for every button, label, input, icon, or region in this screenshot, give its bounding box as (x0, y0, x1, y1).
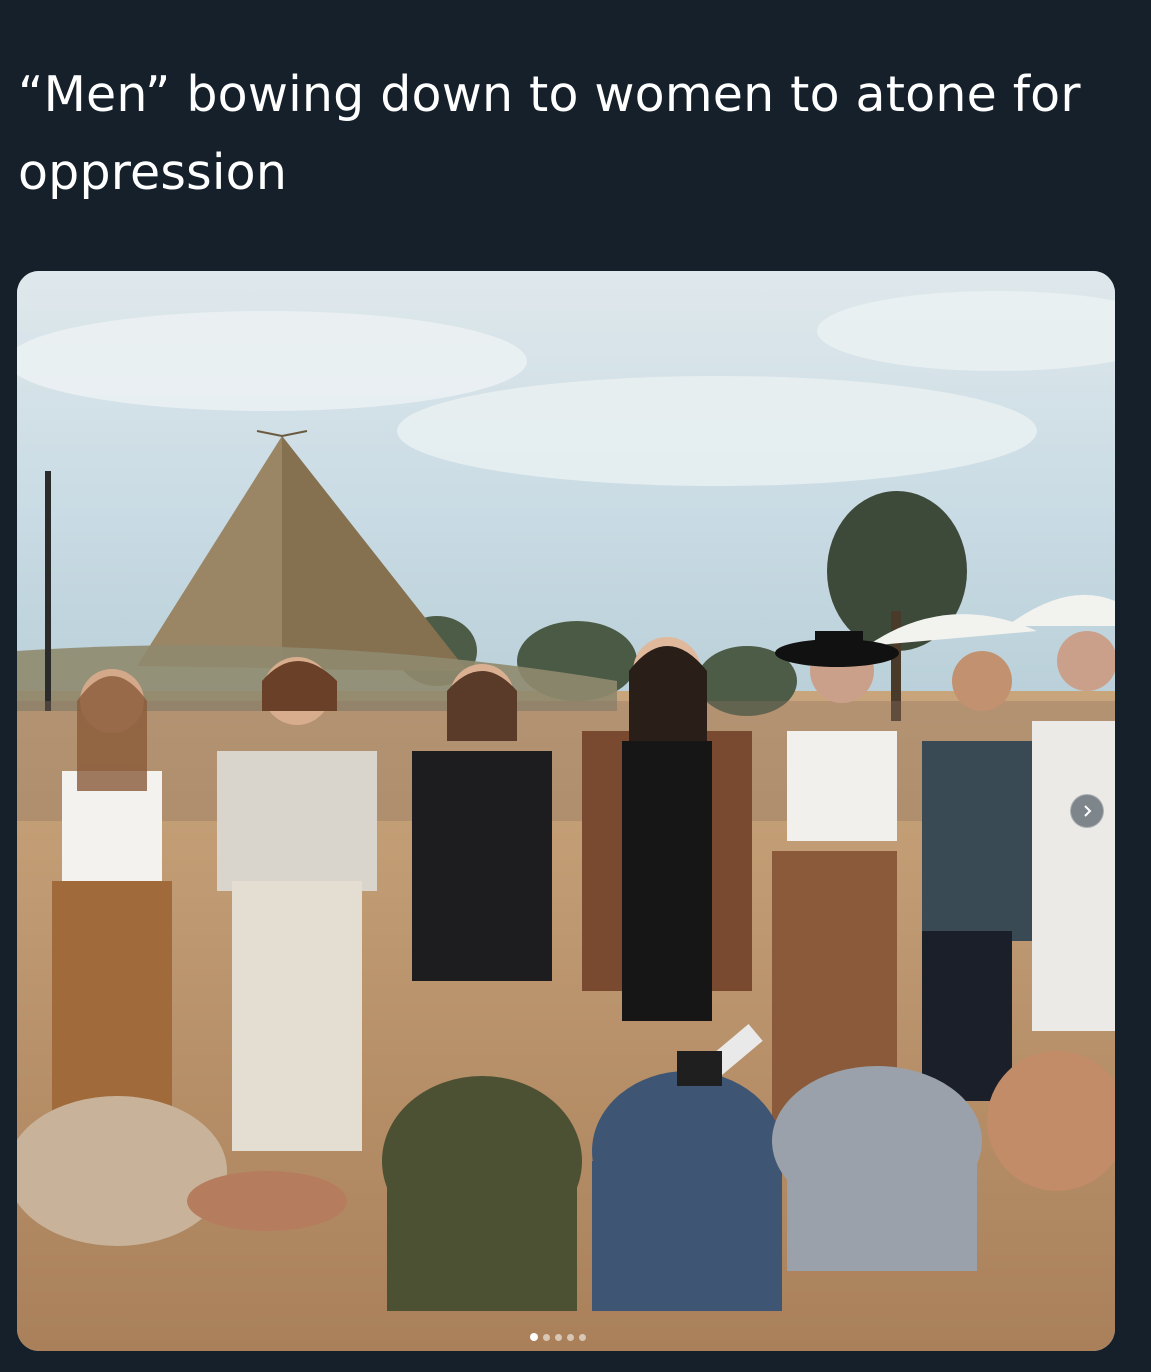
carousel-dot-2[interactable] (543, 1333, 550, 1341)
photo-illustration (17, 271, 1115, 1351)
carousel-next-button[interactable] (1070, 794, 1104, 828)
tweet-text: “Men” bowing down to women to atone for … (18, 66, 1081, 201)
carousel-dot-5[interactable] (579, 1333, 586, 1341)
carousel-dot-1[interactable] (530, 1333, 538, 1341)
carousel-dot-3[interactable] (555, 1333, 562, 1341)
tweet-media-photo[interactable] (17, 271, 1115, 1351)
carousel-indicator (530, 1332, 586, 1342)
carousel-dot-4[interactable] (567, 1333, 574, 1341)
chevron-right-icon (1084, 805, 1092, 817)
